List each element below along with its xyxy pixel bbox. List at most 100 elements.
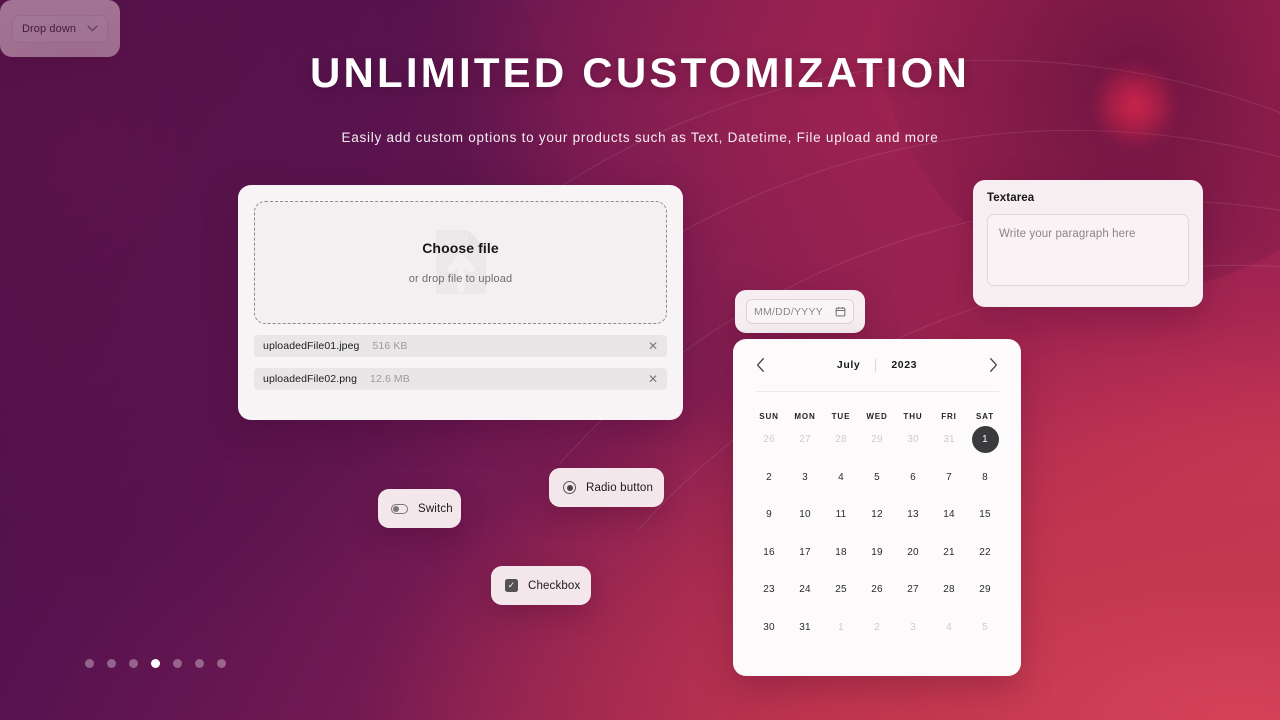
calendar-day-number: 27	[907, 584, 919, 596]
calendar-day[interactable]: 19	[859, 534, 895, 572]
textarea-input[interactable]: Write your paragraph here	[987, 214, 1189, 286]
calendar-day[interactable]: 20	[895, 534, 931, 572]
calendar-day[interactable]: 7	[931, 459, 967, 497]
calendar-day[interactable]: 25	[823, 571, 859, 609]
dropdown-label: Drop down	[22, 22, 77, 35]
calendar-day[interactable]: 6	[895, 459, 931, 497]
uploaded-file-row[interactable]: uploadedFile02.png 12.6 MB ✕	[254, 368, 667, 390]
calendar-day-selected[interactable]: 1	[967, 421, 1003, 459]
calendar-day[interactable]: 5	[859, 459, 895, 497]
calendar-day[interactable]: 24	[787, 571, 823, 609]
radio-button-control[interactable]: Radio button	[549, 468, 664, 507]
calendar-month[interactable]: July	[837, 359, 860, 371]
calendar-day[interactable]: 18	[823, 534, 859, 572]
calendar-day[interactable]: 14	[931, 496, 967, 534]
calendar-year[interactable]: 2023	[891, 359, 917, 371]
calendar-day[interactable]: 13	[895, 496, 931, 534]
calendar-day[interactable]: 22	[967, 534, 1003, 572]
calendar-day[interactable]: 8	[967, 459, 1003, 497]
calendar-day-number: 13	[907, 509, 919, 521]
dropzone-subtitle: or drop file to upload	[408, 273, 513, 285]
calendar-day-number: 26	[763, 434, 775, 446]
calendar-day-number: 1	[838, 621, 844, 633]
calendar-day[interactable]: 26	[859, 571, 895, 609]
calendar-day-number: 31	[799, 621, 811, 633]
calendar-day[interactable]: 16	[751, 534, 787, 572]
calendar-day[interactable]: 31	[787, 609, 823, 647]
date-placeholder: MM/DD/YYYY	[754, 305, 824, 318]
calendar-header: July 2023	[751, 339, 1003, 391]
calendar-day-number: 10	[799, 509, 811, 521]
calendar-day[interactable]: 15	[967, 496, 1003, 534]
calendar-day[interactable]: 3	[787, 459, 823, 497]
calendar-day[interactable]: 29	[967, 571, 1003, 609]
calendar-day[interactable]: 29	[859, 421, 895, 459]
switch-toggle-icon[interactable]	[391, 503, 408, 514]
calendar-day[interactable]: 3	[895, 609, 931, 647]
switch-label: Switch	[418, 502, 453, 515]
calendar-day-number: 2	[766, 471, 772, 483]
calendar-day-number: 5	[874, 471, 880, 483]
file-dropzone[interactable]: Choose file or drop file to upload	[254, 201, 667, 324]
pagination-dot-active[interactable]	[151, 659, 160, 668]
page-title: UNLIMITED CUSTOMIZATION	[309, 49, 970, 96]
switch-control[interactable]: Switch	[378, 489, 461, 528]
calendar-day[interactable]: 9	[751, 496, 787, 534]
checkbox-icon[interactable]: ✓	[505, 579, 518, 592]
radio-icon[interactable]	[563, 481, 576, 494]
chevron-left-icon[interactable]	[756, 358, 765, 373]
slide-canvas: UNLIMITED CUSTOMIZATION Easily add custo…	[0, 0, 1280, 720]
calendar-day[interactable]: 10	[787, 496, 823, 534]
pagination-dot[interactable]	[195, 659, 204, 668]
checkbox-control[interactable]: ✓ Checkbox	[491, 566, 591, 605]
calendar-day-number: 17	[799, 546, 811, 558]
calendar-day[interactable]: 5	[967, 609, 1003, 647]
calendar-day[interactable]: 30	[751, 609, 787, 647]
calendar-day[interactable]: 23	[751, 571, 787, 609]
uploaded-file-row[interactable]: uploadedFile01.jpeg 516 KB ✕	[254, 335, 667, 357]
calendar-day[interactable]: 2	[751, 459, 787, 497]
close-icon[interactable]: ✕	[648, 340, 658, 352]
calendar-day-number: 29	[871, 434, 883, 446]
pagination-dot[interactable]	[217, 659, 226, 668]
calendar-header-divider	[875, 358, 877, 372]
date-input[interactable]: MM/DD/YYYY	[746, 299, 854, 324]
file-size: 516 KB	[372, 340, 408, 352]
close-icon[interactable]: ✕	[648, 373, 658, 385]
weekday-label: WED	[866, 412, 888, 421]
calendar-icon[interactable]	[835, 306, 846, 317]
pagination-dot[interactable]	[107, 659, 116, 668]
calendar-day[interactable]: 17	[787, 534, 823, 572]
calendar-day[interactable]: 26	[751, 421, 787, 459]
file-size: 12.6 MB	[370, 373, 410, 385]
calendar-day-number: 28	[943, 584, 955, 596]
calendar-day[interactable]: 4	[931, 609, 967, 647]
calendar-day[interactable]: 27	[787, 421, 823, 459]
calendar-day[interactable]: 1	[823, 609, 859, 647]
calendar-day[interactable]: 21	[931, 534, 967, 572]
calendar-day-number: 3	[802, 471, 808, 483]
radio-inner-dot	[566, 484, 573, 491]
calendar-day[interactable]: 2	[859, 609, 895, 647]
pagination-dot[interactable]	[85, 659, 94, 668]
calendar-day-number: 28	[835, 434, 847, 446]
calendar-day[interactable]: 4	[823, 459, 859, 497]
calendar-day[interactable]: 30	[895, 421, 931, 459]
weekday-label: FRI	[941, 412, 957, 421]
calendar-day[interactable]: 12	[859, 496, 895, 534]
calendar-day-number: 16	[763, 546, 775, 558]
calendar-day[interactable]: 28	[931, 571, 967, 609]
pagination-dot[interactable]	[173, 659, 182, 668]
calendar-day-number: 18	[835, 546, 847, 558]
calendar-day[interactable]: 28	[823, 421, 859, 459]
chevron-right-icon[interactable]	[989, 358, 998, 373]
calendar-day-number: 21	[943, 546, 955, 558]
calendar-day[interactable]: 11	[823, 496, 859, 534]
calendar-day[interactable]: 27	[895, 571, 931, 609]
chevron-down-icon[interactable]	[87, 25, 98, 32]
pagination-dot[interactable]	[129, 659, 138, 668]
calendar-day-number: 22	[979, 546, 991, 558]
calendar-weekday-row: SUN MON TUE WED THU FRI SAT	[751, 392, 1003, 421]
calendar-day[interactable]: 31	[931, 421, 967, 459]
dropdown-select[interactable]: Drop down	[12, 14, 108, 43]
